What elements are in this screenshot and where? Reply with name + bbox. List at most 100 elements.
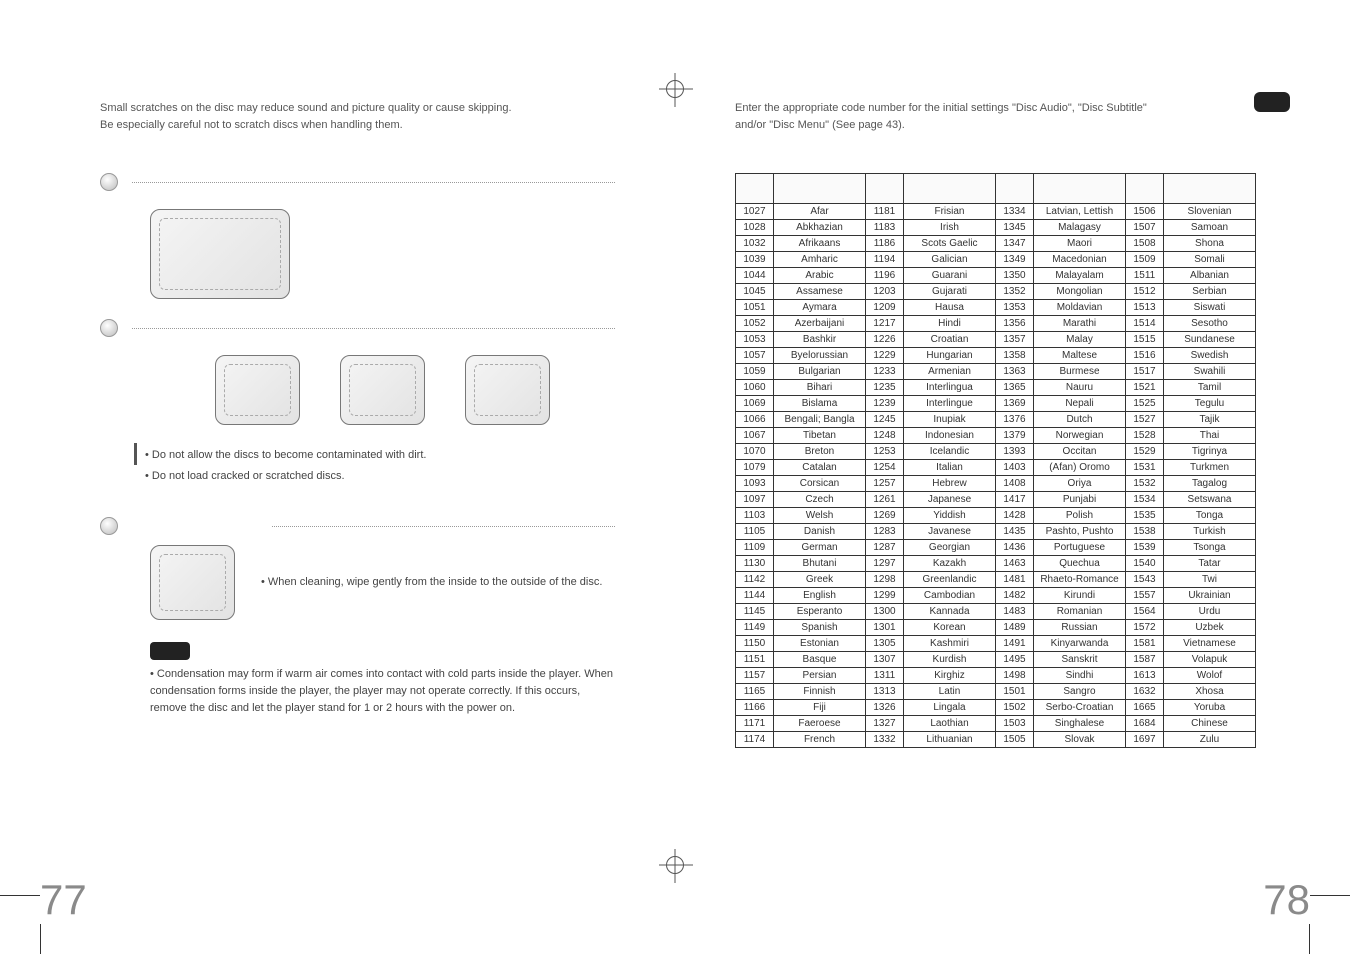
table-cell: 1066 [736,412,774,428]
table-row: 1032Afrikaans1186Scots Gaelic1347Maori15… [736,236,1256,252]
table-cell: Italian [904,460,996,476]
table-row: 1174French1332Lithuanian1505Slovak1697Zu… [736,732,1256,748]
table-cell: French [774,732,866,748]
table-cell: 1532 [1126,476,1164,492]
table-cell: Albanian [1164,268,1256,284]
intro-line-1: Small scratches on the disc may reduce s… [100,102,512,114]
table-cell: Sesotho [1164,316,1256,332]
table-cell: Shona [1164,236,1256,252]
table-cell: 1039 [736,252,774,268]
table-cell: 1165 [736,684,774,700]
table-cell: Russian [1034,620,1126,636]
table-cell: 1481 [996,572,1034,588]
table-cell: Maori [1034,236,1126,252]
bullet-text: • When cleaning, wipe gently from the in… [261,574,602,591]
table-cell: 1142 [736,572,774,588]
table-cell: English [774,588,866,604]
table-cell: 1297 [866,556,904,572]
table-cell: Galician [904,252,996,268]
table-cell: 1436 [996,540,1034,556]
section-header-holding [100,173,615,191]
table-cell: Portuguese [1034,540,1126,556]
table-cell: 1051 [736,300,774,316]
note-block: • Condensation may form if warm air come… [150,642,615,717]
intro-line-2: and/or "Disc Menu" (See page 43). [735,119,905,131]
table-cell: Twi [1164,572,1256,588]
table-cell: Serbo-Croatian [1034,700,1126,716]
table-cell: Armenian [904,364,996,380]
table-row: 1150Estonian1305Kashmiri1491Kinyarwanda1… [736,636,1256,652]
table-cell: 1505 [996,732,1034,748]
table-cell: Welsh [774,508,866,524]
table-cell: 1363 [996,364,1034,380]
table-cell: Korean [904,620,996,636]
table-cell: 1253 [866,444,904,460]
no-write-icon [340,355,425,425]
table-cell: 1356 [996,316,1034,332]
table-cell: Macedonian [1034,252,1126,268]
table-row: 1103Welsh1269Yiddish1428Polish1535Tonga [736,508,1256,524]
table-cell: Interlingua [904,380,996,396]
col-header [1126,174,1164,204]
table-cell: Indonesian [904,428,996,444]
table-cell: Croatian [904,332,996,348]
table-row: 1053Bashkir1226Croatian1357Malay1515Sund… [736,332,1256,348]
table-cell: Swahili [1164,364,1256,380]
table-row: 1130Bhutani1297Kazakh1463Quechua1540Tata… [736,556,1256,572]
table-row: 1027Afar1181Frisian1334Latvian, Lettish1… [736,204,1256,220]
table-cell: 1057 [736,348,774,364]
table-cell: Bashkir [774,332,866,348]
table-cell: Tibetan [774,428,866,444]
table-cell: (Afan) Oromo [1034,460,1126,476]
col-header [774,174,866,204]
table-cell: 1417 [996,492,1034,508]
table-cell: 1070 [736,444,774,460]
table-cell: 1157 [736,668,774,684]
table-cell: Hindi [904,316,996,332]
right-page: Enter the appropriate code number for th… [675,0,1350,954]
table-cell: 1151 [736,652,774,668]
table-cell: 1543 [1126,572,1164,588]
table-cell: 1345 [996,220,1034,236]
col-header [866,174,904,204]
table-cell: Tamil [1164,380,1256,396]
table-row: 1097Czech1261Japanese1417Punjabi1534Sets… [736,492,1256,508]
no-dirt-icon [215,355,300,425]
table-cell: 1613 [1126,668,1164,684]
table-cell: 1103 [736,508,774,524]
table-cell: 1059 [736,364,774,380]
table-row: 1151Basque1307Kurdish1495Sanskrit1587Vol… [736,652,1256,668]
table-cell: 1130 [736,556,774,572]
table-cell: Xhosa [1164,684,1256,700]
table-cell: Czech [774,492,866,508]
table-cell: 1334 [996,204,1034,220]
table-cell: Wolof [1164,668,1256,684]
table-cell: 1269 [866,508,904,524]
table-cell: Turkmen [1164,460,1256,476]
table-cell: 1665 [1126,700,1164,716]
table-cell: 1534 [1126,492,1164,508]
table-cell: 1298 [866,572,904,588]
bullet-dot-icon [100,517,118,535]
table-row: 1144English1299Cambodian1482Kirundi1557U… [736,588,1256,604]
left-page: Small scratches on the disc may reduce s… [0,0,675,954]
table-cell: 1684 [1126,716,1164,732]
table-cell: 1527 [1126,412,1164,428]
table-cell: Faeroese [774,716,866,732]
table-cell: 1326 [866,700,904,716]
table-row: 1105Danish1283Javanese1435Pashto, Pushto… [736,524,1256,540]
table-cell: Maltese [1034,348,1126,364]
table-row: 1044Arabic1196Guarani1350Malayalam1511Al… [736,268,1256,284]
table-cell: Occitan [1034,444,1126,460]
table-cell: 1149 [736,620,774,636]
table-cell: 1307 [866,652,904,668]
table-cell: 1248 [866,428,904,444]
table-cell: 1512 [1126,284,1164,300]
table-cell: Greek [774,572,866,588]
table-cell: Slovenian [1164,204,1256,220]
page-spread: Small scratches on the disc may reduce s… [0,0,1350,954]
table-cell: 1311 [866,668,904,684]
table-cell: Cambodian [904,588,996,604]
table-cell: Esperanto [774,604,866,620]
table-cell: Uzbek [1164,620,1256,636]
